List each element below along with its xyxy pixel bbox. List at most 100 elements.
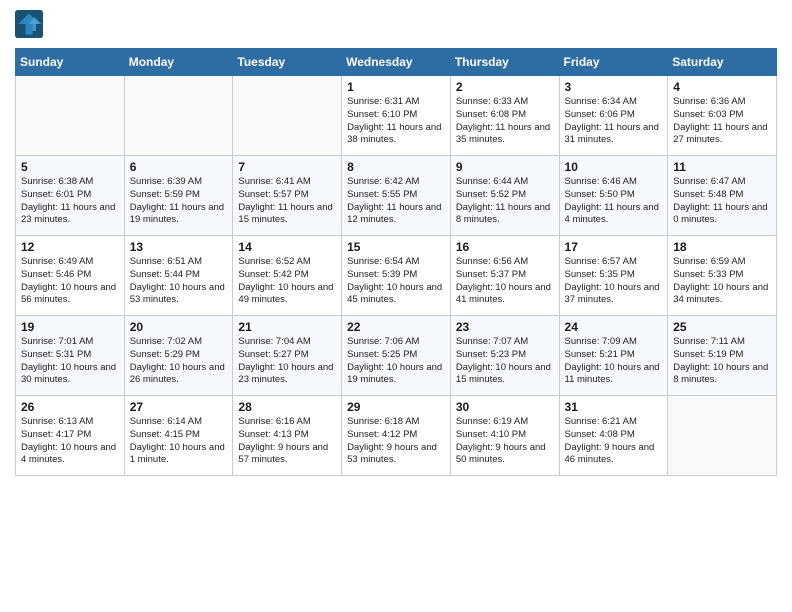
day-number: 27 [130, 400, 228, 414]
calendar-cell: 3 Sunrise: 6:34 AM Sunset: 6:06 PM Daylig… [559, 76, 668, 156]
calendar-cell: 27Sunrise: 6:14 AM Sunset: 4:15 PM Dayli… [124, 396, 233, 476]
day-info: Sunrise: 6:52 AM Sunset: 5:42 PM Dayligh… [238, 256, 336, 307]
day-info: Sunrise: 7:06 AM Sunset: 5:25 PM Dayligh… [347, 336, 445, 387]
day-info: Sunrise: 6:13 AM Sunset: 4:17 PM Dayligh… [21, 416, 119, 467]
calendar-cell [668, 396, 777, 476]
day-number: 3 [565, 80, 663, 94]
page-container: SundayMondayTuesdayWednesdayThursdayFrid… [0, 0, 792, 486]
calendar-cell [16, 76, 125, 156]
day-number: 16 [456, 240, 554, 254]
calendar-cell: 14 Sunrise: 6:52 AM Sunset: 5:42 PM Dayli… [233, 236, 342, 316]
day-number: 7 [238, 160, 336, 174]
calendar-cell: 2 Sunrise: 6:33 AM Sunset: 6:08 PM Daylig… [450, 76, 559, 156]
day-info: Sunrise: 7:01 AM Sunset: 5:31 PM Dayligh… [21, 336, 119, 387]
day-number: 5 [21, 160, 119, 174]
weekday-header: Thursday [450, 49, 559, 76]
day-info: Sunrise: 7:02 AM Sunset: 5:29 PM Dayligh… [130, 336, 228, 387]
day-number: 11 [673, 160, 771, 174]
calendar-week-row: 5 Sunrise: 6:38 AM Sunset: 6:01 PM Daylig… [16, 156, 777, 236]
calendar-cell: 4 Sunrise: 6:36 AM Sunset: 6:03 PM Daylig… [668, 76, 777, 156]
day-info: Sunrise: 6:39 AM Sunset: 5:59 PM Dayligh… [130, 176, 228, 227]
day-number: 9 [456, 160, 554, 174]
calendar-cell: 9 Sunrise: 6:44 AM Sunset: 5:52 PM Daylig… [450, 156, 559, 236]
day-number: 12 [21, 240, 119, 254]
calendar-cell: 7 Sunrise: 6:41 AM Sunset: 5:57 PM Daylig… [233, 156, 342, 236]
day-number: 19 [21, 320, 119, 334]
logo-icon [15, 10, 43, 38]
day-number: 6 [130, 160, 228, 174]
day-info: Sunrise: 6:44 AM Sunset: 5:52 PM Dayligh… [456, 176, 554, 227]
day-number: 29 [347, 400, 445, 414]
day-number: 24 [565, 320, 663, 334]
calendar-week-row: 19 Sunrise: 7:01 AM Sunset: 5:31 PM Dayli… [16, 316, 777, 396]
weekday-header: Friday [559, 49, 668, 76]
day-number: 4 [673, 80, 771, 94]
calendar-cell: 8 Sunrise: 6:42 AM Sunset: 5:55 PM Daylig… [342, 156, 451, 236]
calendar-cell: 25 Sunrise: 7:11 AM Sunset: 5:19 PM Dayli… [668, 316, 777, 396]
day-number: 28 [238, 400, 336, 414]
calendar-body: 1 Sunrise: 6:31 AM Sunset: 6:10 PM Daylig… [16, 76, 777, 476]
day-info: Sunrise: 6:59 AM Sunset: 5:33 PM Dayligh… [673, 256, 771, 307]
day-info: Sunrise: 6:41 AM Sunset: 5:57 PM Dayligh… [238, 176, 336, 227]
day-info: Sunrise: 6:38 AM Sunset: 6:01 PM Dayligh… [21, 176, 119, 227]
day-number: 26 [21, 400, 119, 414]
day-info: Sunrise: 7:07 AM Sunset: 5:23 PM Dayligh… [456, 336, 554, 387]
day-info: Sunrise: 6:47 AM Sunset: 5:48 PM Dayligh… [673, 176, 771, 227]
day-number: 14 [238, 240, 336, 254]
day-number: 1 [347, 80, 445, 94]
day-number: 31 [565, 400, 663, 414]
day-info: Sunrise: 6:16 AM Sunset: 4:13 PM Dayligh… [238, 416, 336, 467]
calendar-cell: 12Sunrise: 6:49 AM Sunset: 5:46 PM Dayli… [16, 236, 125, 316]
calendar-cell: 26 Sunrise: 6:13 AM Sunset: 4:17 PM Dayli… [16, 396, 125, 476]
calendar-table: SundayMondayTuesdayWednesdayThursdayFrid… [15, 48, 777, 476]
calendar-cell: 31Sunrise: 6:21 AM Sunset: 4:08 PM Dayli… [559, 396, 668, 476]
day-number: 18 [673, 240, 771, 254]
calendar-cell: 10 Sunrise: 6:46 AM Sunset: 5:50 PM Dayli… [559, 156, 668, 236]
day-info: Sunrise: 6:51 AM Sunset: 5:44 PM Dayligh… [130, 256, 228, 307]
day-info: Sunrise: 6:19 AM Sunset: 4:10 PM Dayligh… [456, 416, 554, 467]
calendar-cell: 13Sunrise: 6:51 AM Sunset: 5:44 PM Dayli… [124, 236, 233, 316]
calendar-cell: 23Sunrise: 7:07 AM Sunset: 5:23 PM Dayli… [450, 316, 559, 396]
calendar-cell: 19 Sunrise: 7:01 AM Sunset: 5:31 PM Dayli… [16, 316, 125, 396]
calendar-cell: 20 Sunrise: 7:02 AM Sunset: 5:29 PM Dayli… [124, 316, 233, 396]
weekday-row: SundayMondayTuesdayWednesdayThursdayFrid… [16, 49, 777, 76]
day-info: Sunrise: 7:11 AM Sunset: 5:19 PM Dayligh… [673, 336, 771, 387]
day-info: Sunrise: 7:04 AM Sunset: 5:27 PM Dayligh… [238, 336, 336, 387]
calendar-cell: 24Sunrise: 7:09 AM Sunset: 5:21 PM Dayli… [559, 316, 668, 396]
calendar-cell: 16 Sunrise: 6:56 AM Sunset: 5:37 PM Dayli… [450, 236, 559, 316]
day-info: Sunrise: 6:54 AM Sunset: 5:39 PM Dayligh… [347, 256, 445, 307]
calendar-cell: 22 Sunrise: 7:06 AM Sunset: 5:25 PM Dayli… [342, 316, 451, 396]
day-info: Sunrise: 6:31 AM Sunset: 6:10 PM Dayligh… [347, 96, 445, 147]
day-info: Sunrise: 6:46 AM Sunset: 5:50 PM Dayligh… [565, 176, 663, 227]
logo [15, 10, 47, 38]
day-info: Sunrise: 6:34 AM Sunset: 6:06 PM Dayligh… [565, 96, 663, 147]
day-info: Sunrise: 6:42 AM Sunset: 5:55 PM Dayligh… [347, 176, 445, 227]
day-info: Sunrise: 6:36 AM Sunset: 6:03 PM Dayligh… [673, 96, 771, 147]
day-info: Sunrise: 6:56 AM Sunset: 5:37 PM Dayligh… [456, 256, 554, 307]
day-number: 21 [238, 320, 336, 334]
calendar-cell: 28 Sunrise: 6:16 AM Sunset: 4:13 PM Dayli… [233, 396, 342, 476]
calendar-cell: 1 Sunrise: 6:31 AM Sunset: 6:10 PM Daylig… [342, 76, 451, 156]
day-info: Sunrise: 6:33 AM Sunset: 6:08 PM Dayligh… [456, 96, 554, 147]
calendar-cell [233, 76, 342, 156]
day-number: 2 [456, 80, 554, 94]
day-number: 20 [130, 320, 228, 334]
calendar-cell: 21 Sunrise: 7:04 AM Sunset: 5:27 PM Dayli… [233, 316, 342, 396]
calendar-cell: 11 Sunrise: 6:47 AM Sunset: 5:48 PM Dayli… [668, 156, 777, 236]
page-header [15, 10, 777, 38]
calendar-cell [124, 76, 233, 156]
day-info: Sunrise: 6:18 AM Sunset: 4:12 PM Dayligh… [347, 416, 445, 467]
calendar-cell: 15 Sunrise: 6:54 AM Sunset: 5:39 PM Dayli… [342, 236, 451, 316]
day-number: 22 [347, 320, 445, 334]
day-number: 8 [347, 160, 445, 174]
day-number: 25 [673, 320, 771, 334]
day-number: 10 [565, 160, 663, 174]
calendar-week-row: 1 Sunrise: 6:31 AM Sunset: 6:10 PM Daylig… [16, 76, 777, 156]
calendar-cell: 29 Sunrise: 6:18 AM Sunset: 4:12 PM Dayli… [342, 396, 451, 476]
weekday-header: Saturday [668, 49, 777, 76]
day-number: 15 [347, 240, 445, 254]
weekday-header: Wednesday [342, 49, 451, 76]
calendar-week-row: 26 Sunrise: 6:13 AM Sunset: 4:17 PM Dayli… [16, 396, 777, 476]
calendar-cell: 6 Sunrise: 6:39 AM Sunset: 5:59 PM Daylig… [124, 156, 233, 236]
weekday-header: Monday [124, 49, 233, 76]
